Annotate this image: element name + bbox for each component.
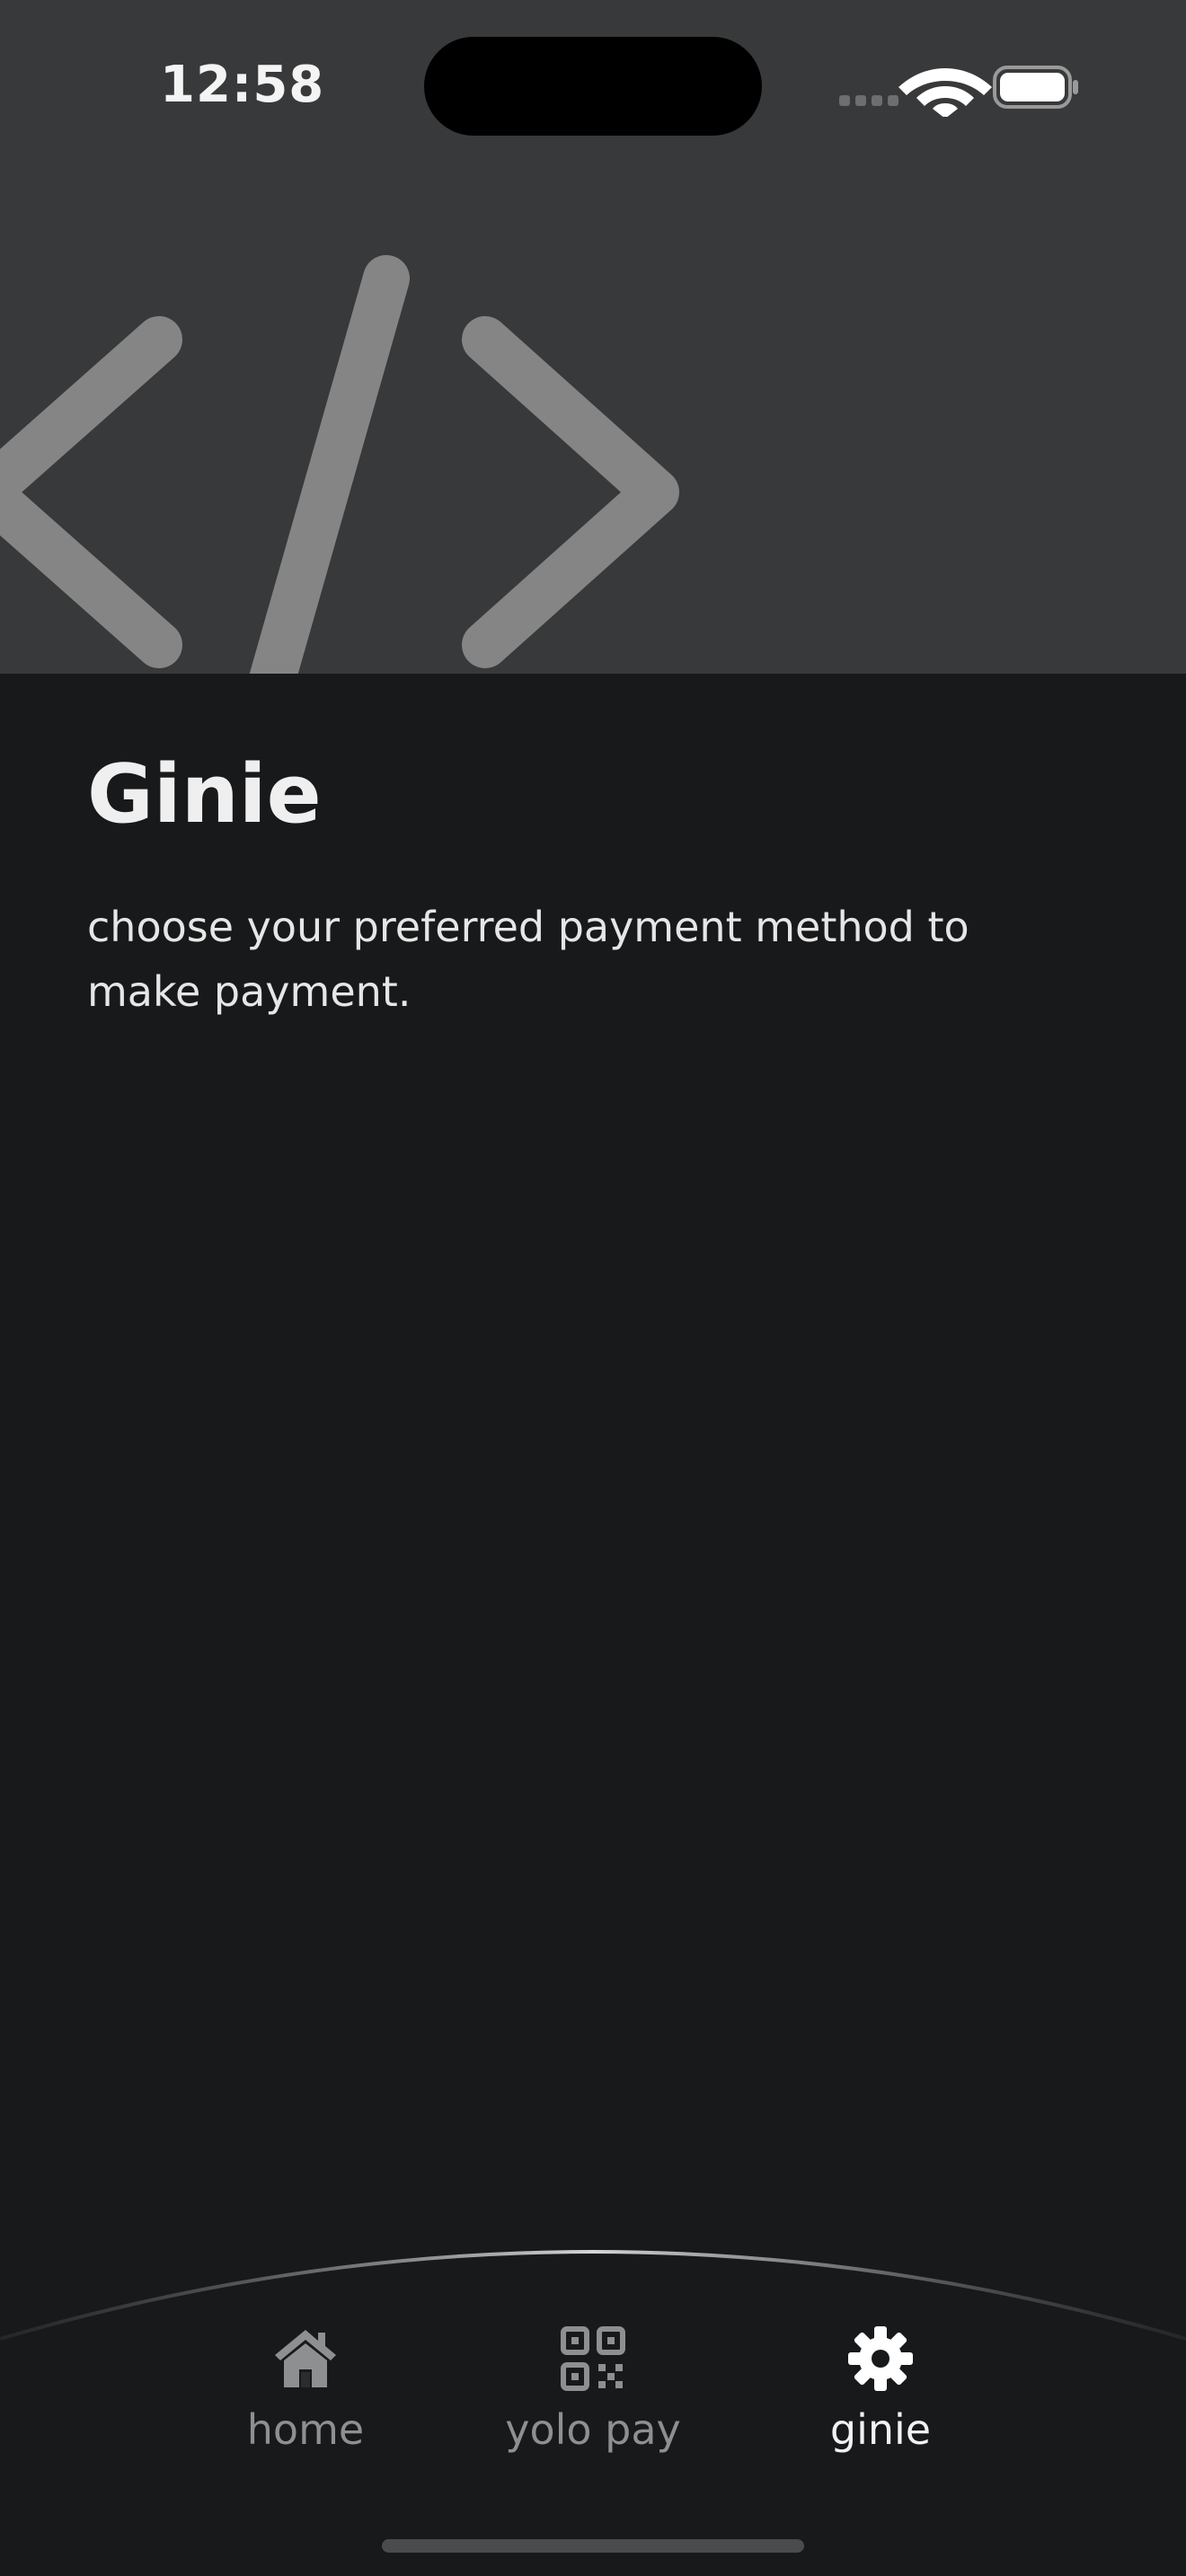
battery-icon — [993, 66, 1078, 109]
qr-code-icon — [561, 2326, 625, 2391]
wifi-icon — [898, 68, 992, 117]
dynamic-island — [424, 37, 762, 136]
status-time: 12:58 — [160, 56, 325, 114]
page-description: choose your preferred payment method to … — [87, 903, 969, 1016]
tab-home-label: home — [246, 2405, 365, 2454]
ginie-screen: 12:58 Ginie choose your preferred paymen… — [0, 0, 1186, 2576]
tab-yolo-pay-label: yolo pay — [505, 2405, 681, 2454]
tab-bar: home yolo pay ginie — [0, 2219, 1186, 2576]
gear-icon — [848, 2326, 913, 2391]
status-icons — [839, 66, 1078, 117]
main-content: Ginie choose your preferred payment meth… — [87, 745, 1111, 1024]
page-title: Ginie — [87, 747, 322, 842]
cellular-signal-icon — [839, 95, 898, 106]
tab-yolo-pay[interactable]: yolo pay — [476, 2325, 710, 2486]
home-icon — [275, 2330, 336, 2387]
tab-home[interactable]: home — [189, 2325, 422, 2486]
home-indicator[interactable] — [382, 2539, 804, 2553]
tab-ginie[interactable]: ginie — [764, 2325, 997, 2486]
status-bar: 12:58 — [0, 0, 1186, 180]
tab-ginie-label: ginie — [829, 2405, 932, 2454]
